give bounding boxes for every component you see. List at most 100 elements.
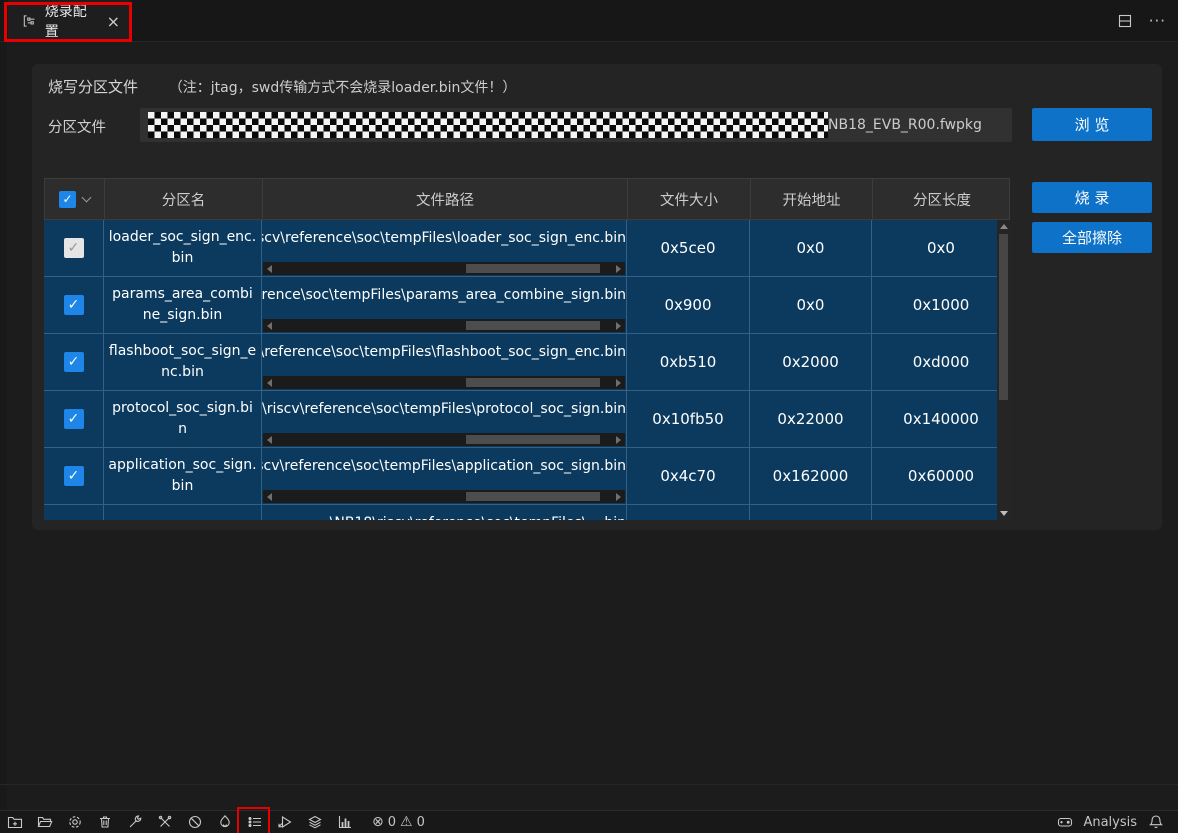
table-row: ✓ protocol_soc_sign.bin \NB18\riscv\refe… xyxy=(44,391,1010,448)
horizontal-scroll-thumb[interactable] xyxy=(466,492,600,501)
partition-file-input[interactable]: NB18_EVB_R00.fwpkg xyxy=(140,108,1012,142)
warnings-icon: ⚠ xyxy=(400,814,413,830)
row-checkbox[interactable]: ✓ xyxy=(64,238,84,258)
chevron-down-icon[interactable] xyxy=(82,193,92,203)
erase-all-button[interactable]: 全部擦除 xyxy=(1032,222,1152,253)
row-checkbox-cell: ✓ xyxy=(44,505,104,520)
scroll-left-icon[interactable] xyxy=(267,265,272,273)
path-horizontal-scrollbar[interactable] xyxy=(263,262,625,275)
file-path-cell: B18\riscv\reference\soc\tempFiles\applic… xyxy=(262,448,627,504)
file-path-cell: \NB18\riscv\reference\soc\tempFiles\....… xyxy=(262,505,627,520)
status-bar: ⊗ 0 ⚠ 0 Analysis xyxy=(0,810,1178,833)
file-path-cell: B18\riscv\reference\soc\tempFiles\loader… xyxy=(262,220,627,276)
row-checkbox[interactable]: ✓ xyxy=(64,466,84,486)
errors-count: 0 xyxy=(388,815,396,830)
browse-button[interactable]: 浏 览 xyxy=(1032,108,1152,141)
scroll-right-icon[interactable] xyxy=(616,265,621,273)
horizontal-scroll-thumb[interactable] xyxy=(466,264,600,273)
controller-icon[interactable] xyxy=(1056,814,1073,831)
partition-length-cell: 0x140000 xyxy=(872,391,1010,447)
status-bar-left: ⊗ 0 ⚠ 0 xyxy=(0,814,425,831)
row-checkbox[interactable]: ✓ xyxy=(64,295,84,315)
header-start-address: 开始地址 xyxy=(751,179,873,219)
file-path-cell: \NB18\riscv\reference\soc\tempFiles\prot… xyxy=(262,391,627,447)
row-checkbox-cell: ✓ xyxy=(44,391,104,447)
tools-icon[interactable] xyxy=(156,814,173,831)
path-horizontal-scrollbar[interactable] xyxy=(263,490,625,503)
file-path-text: 8\riscv\reference\soc\tempFiles\flashboo… xyxy=(262,334,626,364)
scroll-left-icon[interactable] xyxy=(267,493,272,501)
tab-close-icon[interactable]: × xyxy=(107,12,120,31)
chart-icon[interactable] xyxy=(336,814,353,831)
tab-title: 烧录配置 xyxy=(45,1,97,41)
table-row: ✓ params_area_combine_sign.bin cv\refere… xyxy=(44,277,1010,334)
partition-length-cell: 0x1000 xyxy=(872,277,1010,333)
disable-icon[interactable] xyxy=(186,814,203,831)
start-address-cell: 0x2000 xyxy=(750,334,872,390)
delete-icon[interactable] xyxy=(96,814,113,831)
table-row: ✓ loader_soc_sign_enc.bin B18\riscv\refe… xyxy=(44,220,1010,277)
scroll-up-icon[interactable] xyxy=(1000,224,1008,229)
row-checkbox[interactable]: ✓ xyxy=(64,352,84,372)
wrench-icon[interactable] xyxy=(126,814,143,831)
scroll-left-icon[interactable] xyxy=(267,436,272,444)
partition-file-label: 分区文件 xyxy=(48,116,106,137)
path-horizontal-scrollbar[interactable] xyxy=(263,376,625,389)
editor-tab-bar: 烧录配置 × ··· xyxy=(0,0,1178,42)
section-note: （注：jtag，swd传输方式不会烧录loader.bin文件！） xyxy=(169,80,517,96)
table-header-row: ✓ 分区名 文件路径 文件大小 开始地址 分区长度 xyxy=(44,178,1010,220)
header-partition-name: 分区名 xyxy=(105,179,263,219)
horizontal-scroll-thumb[interactable] xyxy=(466,435,600,444)
more-actions-icon[interactable]: ··· xyxy=(1149,12,1166,30)
partition-name-cell: loader_soc_sign_enc.bin xyxy=(104,220,262,276)
path-horizontal-scrollbar[interactable] xyxy=(263,319,625,332)
start-address-cell xyxy=(750,505,872,520)
problems-indicator[interactable]: ⊗ 0 ⚠ 0 xyxy=(372,814,425,830)
burn-list-icon[interactable] xyxy=(246,814,263,831)
file-path-text: B18\riscv\reference\soc\tempFiles\loader… xyxy=(262,220,626,250)
split-editor-icon[interactable] xyxy=(1117,13,1133,29)
file-size-cell: 0x10fb50 xyxy=(627,391,750,447)
scroll-right-icon[interactable] xyxy=(616,322,621,330)
settings-icon[interactable] xyxy=(66,814,83,831)
table-body: ✓ loader_soc_sign_enc.bin B18\riscv\refe… xyxy=(44,220,1010,520)
bell-icon[interactable] xyxy=(1147,814,1164,831)
run-icon[interactable] xyxy=(276,814,293,831)
scroll-right-icon[interactable] xyxy=(616,493,621,501)
new-project-icon[interactable] xyxy=(6,814,23,831)
table-row: ✓ flashboot_soc_sign_enc.bin 8\riscv\ref… xyxy=(44,334,1010,391)
path-horizontal-scrollbar[interactable] xyxy=(263,433,625,446)
partition-length-cell: 0x0 xyxy=(872,220,1010,276)
horizontal-scroll-thumb[interactable] xyxy=(466,378,600,387)
burn-icon[interactable] xyxy=(216,814,233,831)
partition-name-cell: params_area_combine_sign.bin xyxy=(104,277,262,333)
file-path-text: B18\riscv\reference\soc\tempFiles\applic… xyxy=(262,448,626,478)
warnings-count: 0 xyxy=(417,815,425,830)
scroll-right-icon[interactable] xyxy=(616,436,621,444)
partition-length-cell: 0x60000 xyxy=(872,448,1010,504)
scroll-left-icon[interactable] xyxy=(267,322,272,330)
burn-button[interactable]: 烧 录 xyxy=(1032,182,1152,213)
table-row: ✓ \NB18\riscv\reference\soc\tempFiles\..… xyxy=(44,505,1010,520)
scroll-down-icon[interactable] xyxy=(1000,511,1008,516)
file-path-text: cv\reference\soc\tempFiles\params_area_c… xyxy=(262,277,626,307)
scroll-right-icon[interactable] xyxy=(616,379,621,387)
vertical-scroll-thumb[interactable] xyxy=(999,234,1008,400)
start-address-cell: 0x0 xyxy=(750,220,872,276)
file-path-cell: cv\reference\soc\tempFiles\params_area_c… xyxy=(262,277,627,333)
row-checkbox[interactable]: ✓ xyxy=(64,409,84,429)
app-window: 烧录配置 × ··· 烧写分区文件 （注：jtag，swd传输方式不会烧录loa… xyxy=(0,0,1178,833)
scroll-left-icon[interactable] xyxy=(267,379,272,387)
horizontal-scroll-thumb[interactable] xyxy=(466,321,600,330)
partition-name-cell xyxy=(104,505,262,520)
open-folder-icon[interactable] xyxy=(36,814,53,831)
file-size-cell: 0x900 xyxy=(627,277,750,333)
stack-icon[interactable] xyxy=(306,814,323,831)
analysis-label[interactable]: Analysis xyxy=(1083,815,1137,830)
file-size-cell: 0x5ce0 xyxy=(627,220,750,276)
table-row: ✓ application_soc_sign.bin B18\riscv\ref… xyxy=(44,448,1010,505)
table-vertical-scrollbar[interactable] xyxy=(997,220,1010,520)
select-all-checkbox[interactable]: ✓ xyxy=(59,191,76,208)
partition-table: ✓ 分区名 文件路径 文件大小 开始地址 分区长度 ✓ loader_soc_s… xyxy=(44,178,1010,520)
tab-burn-config[interactable]: 烧录配置 × xyxy=(8,0,130,42)
